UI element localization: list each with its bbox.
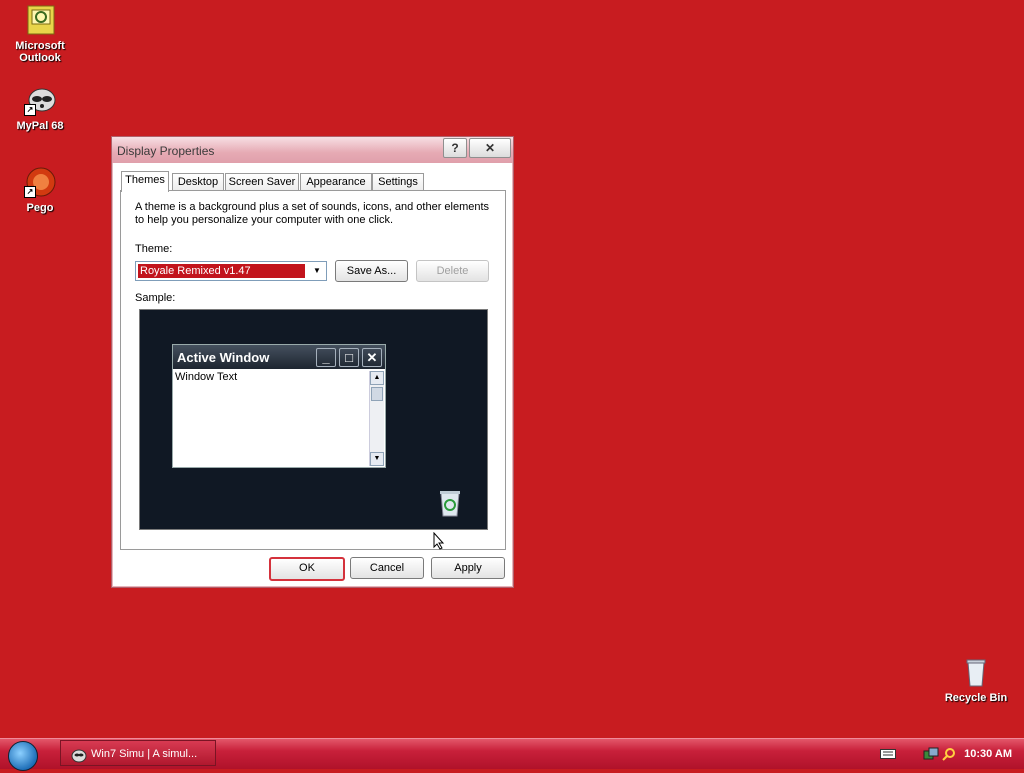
maximize-icon: □	[339, 348, 359, 367]
taskbar-item-label: Win7 Simu | A simul...	[91, 748, 198, 760]
scroll-up-icon: ▲	[370, 371, 384, 385]
theme-selected-value: Royale Remixed v1.47	[138, 264, 305, 278]
title-bar[interactable]: Display Properties ? ✕	[112, 137, 513, 163]
taskbar-item-win7simu[interactable]: Win7 Simu | A simul...	[60, 740, 216, 766]
sample-scrollbar: ▲ ▼	[369, 371, 384, 466]
close-icon: ✕	[362, 348, 382, 367]
clock[interactable]: 10:30 AM	[964, 748, 1012, 760]
tab-desktop[interactable]: Desktop	[172, 173, 224, 191]
keyboard-icon[interactable]	[880, 749, 896, 762]
themes-panel: A theme is a background plus a set of so…	[120, 190, 506, 550]
sample-window-title: Active Window	[177, 350, 270, 365]
sample-label: Sample:	[135, 292, 176, 304]
apply-button[interactable]: Apply	[431, 557, 505, 579]
desktop-icon-recycle-bin[interactable]: Recycle Bin	[936, 656, 1016, 704]
tab-appearance[interactable]: Appearance	[300, 173, 372, 191]
ok-button[interactable]: OK	[269, 557, 345, 581]
network-icon[interactable]	[923, 747, 939, 764]
desktop-icon-label: Microsoft	[15, 40, 65, 52]
theme-description: A theme is a background plus a set of so…	[135, 201, 490, 226]
tab-settings[interactable]: Settings	[372, 173, 424, 191]
desktop-icon-label: Recycle Bin	[944, 692, 1008, 704]
raccoon-icon: ↗	[24, 84, 56, 116]
scroll-down-icon: ▼	[370, 452, 384, 466]
outlook-icon	[24, 4, 56, 36]
taskbar: Win7 Simu | A simul... 10:30 AM	[0, 738, 1024, 771]
desktop-icon-pego[interactable]: ↗ Pego	[0, 166, 80, 214]
theme-label: Theme:	[135, 243, 173, 255]
desktop-icon-label: MyPal 68	[16, 120, 64, 132]
tab-themes[interactable]: Themes	[121, 171, 169, 192]
minimize-icon: _	[316, 348, 336, 367]
theme-dropdown[interactable]: Royale Remixed v1.47 ▼	[135, 261, 327, 281]
shortcut-arrow-icon: ↗	[24, 186, 36, 198]
dropdown-arrow-icon[interactable]: ▼	[309, 263, 325, 279]
pego-icon: ↗	[24, 166, 56, 198]
save-as-button[interactable]: Save As...	[335, 260, 408, 282]
desktop-icon-outlook[interactable]: Microsoft Outlook	[0, 4, 80, 64]
sample-preview: Active Window _ □ ✕ Window Text ▲ ▼	[139, 309, 488, 530]
sample-recycle-bin-icon	[436, 488, 464, 518]
delete-button[interactable]: Delete	[416, 260, 489, 282]
help-button[interactable]: ?	[443, 138, 467, 158]
start-button[interactable]	[8, 741, 38, 771]
close-button[interactable]: ✕	[469, 138, 511, 158]
desktop-icon-label: Outlook	[19, 52, 61, 64]
shortcut-arrow-icon: ↗	[24, 104, 36, 116]
cancel-button[interactable]: Cancel	[350, 557, 424, 579]
scroll-thumb	[371, 387, 383, 401]
tab-screen-saver[interactable]: Screen Saver	[225, 173, 299, 191]
sample-active-window: Active Window _ □ ✕ Window Text ▲ ▼	[172, 344, 386, 468]
mouse-cursor-icon	[433, 531, 445, 553]
desktop-icon-mypal[interactable]: ↗ MyPal 68	[0, 84, 80, 132]
display-properties-window: Display Properties ? ✕ Themes Desktop Sc…	[111, 136, 514, 588]
raccoon-icon	[71, 747, 87, 763]
sample-title-bar: Active Window _ □ ✕	[173, 345, 385, 369]
system-tray: 10:30 AM	[878, 740, 1024, 768]
search-icon[interactable]	[942, 747, 956, 764]
window-title: Display Properties	[117, 144, 215, 158]
desktop-icon-label: Pego	[26, 202, 54, 214]
recycle-bin-icon	[960, 656, 992, 688]
sample-window-text: Window Text	[175, 371, 238, 383]
